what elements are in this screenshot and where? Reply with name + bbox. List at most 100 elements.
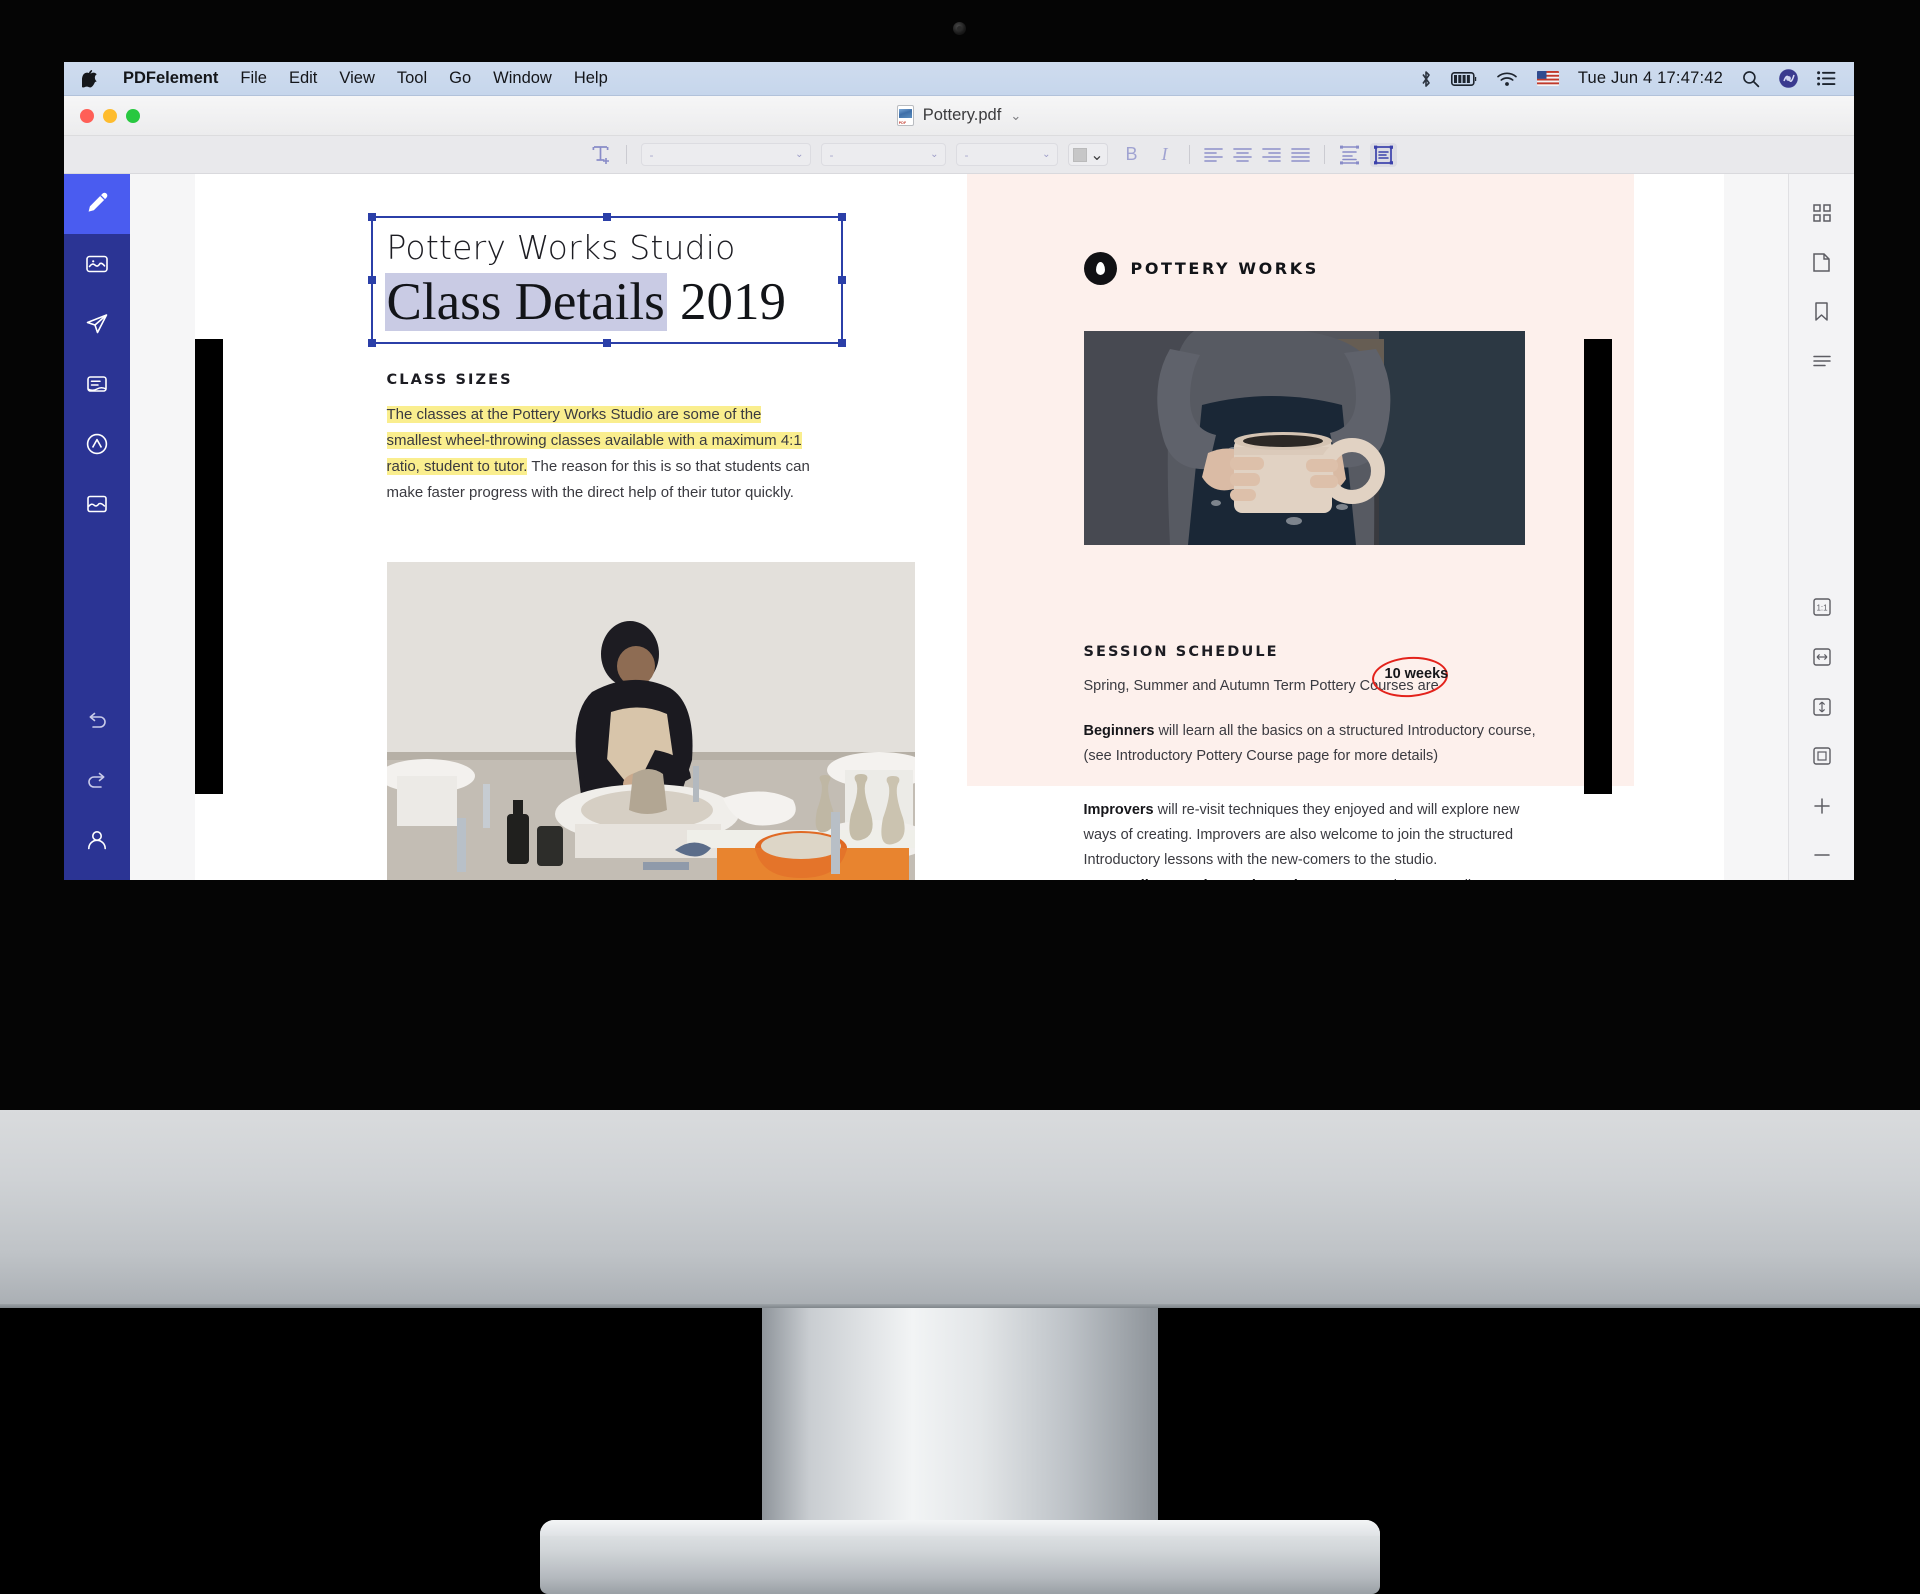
resize-handle[interactable] bbox=[367, 276, 376, 284]
sidebar-item-send-tool[interactable] bbox=[64, 294, 130, 354]
close-button[interactable] bbox=[80, 108, 94, 123]
rail-item-fit-page[interactable] bbox=[1802, 682, 1842, 732]
battery-icon[interactable] bbox=[1450, 71, 1477, 86]
toolbar-divider bbox=[1323, 145, 1325, 164]
intermediates-paragraph: Intermediates and Experienced potters ar… bbox=[1084, 874, 1544, 880]
section-kicker-session-schedule: SESSION SCHEDULE bbox=[1083, 644, 1279, 660]
menu-help[interactable]: Help bbox=[574, 69, 608, 88]
beginners-lead: Beginners bbox=[1083, 723, 1155, 739]
sidebar-item-comment-tool[interactable] bbox=[64, 354, 130, 414]
font-style-select[interactable]: - ⌄ bbox=[821, 143, 947, 166]
sidebar-item-undo[interactable] bbox=[64, 690, 130, 750]
rail-item-zoom-out[interactable] bbox=[1802, 830, 1842, 880]
text-box-frame-icon[interactable] bbox=[1369, 142, 1397, 167]
siri-icon[interactable] bbox=[1779, 69, 1798, 88]
pencil-icon bbox=[84, 191, 110, 217]
italic-button[interactable]: I bbox=[1155, 144, 1175, 165]
redo-icon bbox=[85, 769, 109, 791]
beginners-paragraph: Beginners will learn all the basics on a… bbox=[1084, 719, 1544, 769]
inbox-icon bbox=[84, 491, 110, 517]
left-toolbar bbox=[64, 174, 130, 880]
rail-item-fit-width[interactable] bbox=[1802, 632, 1842, 682]
menu-view[interactable]: View bbox=[339, 69, 374, 88]
apple-logo-icon[interactable] bbox=[82, 69, 97, 88]
image-icon bbox=[84, 251, 110, 277]
intermediates-lead: Intermediates and Experienced bbox=[1084, 878, 1298, 880]
minimize-button[interactable] bbox=[103, 108, 117, 123]
pdf-file-icon bbox=[896, 105, 914, 126]
text-box-fit-icon[interactable] bbox=[1339, 145, 1360, 165]
menu-window[interactable]: Window bbox=[493, 69, 552, 88]
menu-go[interactable]: Go bbox=[449, 69, 471, 88]
rail-item-actual-size[interactable]: 1:1 bbox=[1802, 583, 1842, 633]
align-right-icon[interactable] bbox=[1261, 147, 1281, 163]
drop-shape bbox=[1095, 262, 1105, 275]
traffic-lights bbox=[64, 108, 140, 123]
chevron-down-icon: ⌄ bbox=[1042, 149, 1051, 160]
sidebar-item-edit-tool[interactable] bbox=[64, 174, 130, 234]
resize-handle[interactable] bbox=[367, 339, 376, 347]
sidebar-item-protect-tool[interactable] bbox=[64, 414, 130, 474]
rail-item-zoom-in[interactable] bbox=[1802, 781, 1842, 831]
menu-clock[interactable]: Tue Jun 4 17:47:42 bbox=[1578, 69, 1723, 88]
rail-item-outline[interactable] bbox=[1802, 337, 1842, 387]
screen: PDFelement File Edit View Tool Go Window… bbox=[64, 62, 1854, 880]
rail-item-bookmarks[interactable] bbox=[1802, 287, 1842, 337]
chevron-down-icon: ⌄ bbox=[930, 149, 939, 160]
align-justify-icon[interactable] bbox=[1290, 147, 1310, 163]
sidebar-item-redo[interactable] bbox=[64, 750, 130, 810]
menu-file[interactable]: File bbox=[240, 69, 267, 88]
align-left-icon[interactable] bbox=[1203, 147, 1223, 163]
align-center-icon[interactable] bbox=[1232, 147, 1252, 163]
menu-tool[interactable]: Tool bbox=[397, 69, 427, 88]
menu-app-name[interactable]: PDFelement bbox=[123, 69, 218, 88]
resize-handle[interactable] bbox=[602, 213, 611, 221]
hands-holding-mug-photo bbox=[1083, 331, 1525, 545]
app-body: Pottery Works Studio Class Details 2019 … bbox=[64, 174, 1854, 880]
rail-item-pages[interactable] bbox=[1802, 238, 1842, 288]
resize-handle[interactable] bbox=[837, 276, 846, 284]
webcam bbox=[953, 22, 966, 35]
wifi-icon[interactable] bbox=[1496, 71, 1518, 87]
pottery-drop-logo-icon bbox=[1083, 252, 1117, 285]
bold-button[interactable]: B bbox=[1118, 144, 1144, 165]
resize-handle[interactable] bbox=[837, 213, 846, 221]
rail-item-crop[interactable] bbox=[1802, 731, 1842, 781]
font-size-select[interactable]: - ⌄ bbox=[956, 143, 1059, 166]
window-title-group: Pottery.pdf ⌄ bbox=[64, 105, 1854, 126]
zoom-button[interactable] bbox=[126, 108, 140, 123]
bluetooth-icon[interactable] bbox=[1420, 70, 1432, 88]
document-canvas[interactable]: Pottery Works Studio Class Details 2019 … bbox=[130, 174, 1788, 880]
user-icon bbox=[84, 827, 110, 853]
window-titlebar: Pottery.pdf ⌄ bbox=[64, 96, 1854, 136]
imac-device: PDFelement File Edit View Tool Go Window… bbox=[0, 0, 1920, 1594]
one-to-one-icon: 1:1 bbox=[1812, 598, 1831, 617]
resize-handle[interactable] bbox=[367, 213, 376, 221]
font-family-value: - bbox=[649, 147, 654, 162]
sidebar-item-account[interactable] bbox=[64, 810, 130, 870]
sidebar-item-export-tool[interactable] bbox=[64, 474, 130, 534]
control-center-icon[interactable] bbox=[1817, 71, 1836, 86]
resize-handle[interactable] bbox=[837, 339, 846, 347]
add-text-icon[interactable] bbox=[591, 144, 612, 165]
macos-menu-bar: PDFelement File Edit View Tool Go Window… bbox=[64, 62, 1854, 96]
lines-icon bbox=[1812, 355, 1831, 367]
rail-item-thumbnails[interactable] bbox=[1802, 188, 1842, 238]
potter-at-wheel-photo bbox=[386, 562, 915, 880]
search-icon[interactable] bbox=[1742, 70, 1760, 88]
color-swatch bbox=[1073, 147, 1088, 162]
undo-icon bbox=[85, 709, 109, 731]
menu-edit[interactable]: Edit bbox=[289, 69, 317, 88]
improvers-lead: Improvers bbox=[1083, 802, 1154, 818]
font-family-select[interactable]: - ⌄ bbox=[641, 143, 812, 166]
chevron-down-icon: ⌄ bbox=[1090, 146, 1104, 164]
sidebar-item-image-tool[interactable] bbox=[64, 234, 130, 294]
chevron-down-icon[interactable]: ⌄ bbox=[1010, 108, 1021, 124]
resize-handle[interactable] bbox=[602, 339, 611, 347]
us-flag-icon[interactable] bbox=[1536, 71, 1559, 86]
imac-stand-foot bbox=[540, 1520, 1380, 1594]
crop-icon bbox=[1812, 747, 1831, 765]
text-format-toolbar: - ⌄ - ⌄ - ⌄ ⌄ B I bbox=[64, 136, 1854, 174]
paper-plane-icon bbox=[84, 311, 110, 337]
text-color-picker[interactable]: ⌄ bbox=[1068, 143, 1109, 166]
